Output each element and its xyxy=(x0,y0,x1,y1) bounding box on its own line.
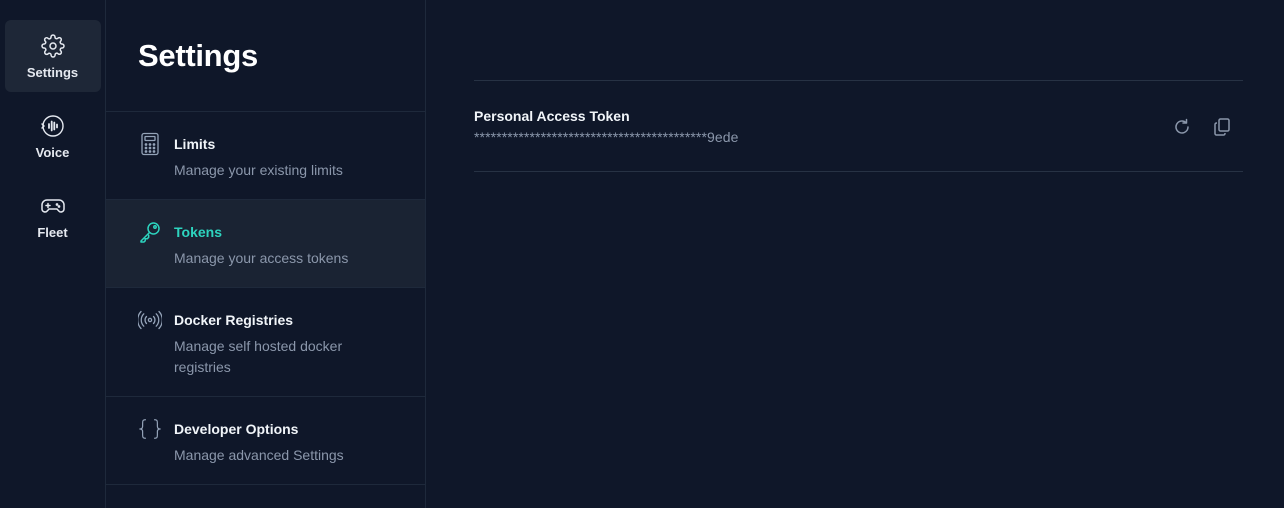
broadcast-icon xyxy=(138,308,162,332)
app: Settings Voice Fleet Settings Limits Man… xyxy=(0,0,1284,508)
token-label: Personal Access Token xyxy=(474,108,630,124)
settings-menu: Settings Limits Manage your existing lim… xyxy=(106,0,426,508)
main-content: Personal Access Token ******************… xyxy=(426,0,1284,508)
menu-item-title: Docker Registries xyxy=(174,312,294,328)
menu-item-desc: Manage your existing limits xyxy=(174,162,343,178)
primary-rail: Settings Voice Fleet xyxy=(0,0,106,508)
menu-item-title: Developer Options xyxy=(174,421,299,437)
rail-item-settings[interactable]: Settings xyxy=(4,20,101,92)
rail-item-fleet[interactable]: Fleet xyxy=(5,180,101,252)
menu-item-desc: Manage self hosted docker registries xyxy=(174,338,343,375)
menu-item-title: Tokens xyxy=(174,224,222,240)
menu-item-limits[interactable]: Limits Manage your existing limits xyxy=(106,112,425,200)
copy-icon xyxy=(1214,118,1230,136)
rail-item-voice[interactable]: Voice xyxy=(5,100,101,172)
rail-item-label: Fleet xyxy=(37,224,68,240)
token-value: ****************************************… xyxy=(474,129,739,145)
rail-item-label: Voice xyxy=(35,144,70,160)
copy-token-button[interactable] xyxy=(1211,116,1233,138)
calculator-icon xyxy=(138,132,162,156)
rail-item-label: Settings xyxy=(26,64,79,80)
page-title: Settings xyxy=(106,0,425,112)
key-icon xyxy=(138,220,162,244)
menu-item-docker-registries[interactable]: Docker Registries Manage self hosted doc… xyxy=(106,288,425,397)
menu-item-tokens[interactable]: Tokens Manage your access tokens xyxy=(106,200,425,288)
refresh-token-button[interactable] xyxy=(1171,116,1193,138)
gear-icon xyxy=(40,33,66,59)
braces-icon xyxy=(138,417,162,441)
gamepad-icon xyxy=(40,193,66,219)
refresh-icon xyxy=(1175,118,1189,134)
token-actions xyxy=(1171,116,1233,138)
menu-item-desc: Manage advanced Settings xyxy=(174,447,344,463)
menu-item-title: Limits xyxy=(174,136,216,152)
voice-icon xyxy=(40,113,66,139)
menu-item-developer-options[interactable]: Developer Options Manage advanced Settin… xyxy=(106,397,425,485)
token-row: Personal Access Token ******************… xyxy=(474,80,1243,172)
menu-item-desc: Manage your access tokens xyxy=(174,250,349,266)
